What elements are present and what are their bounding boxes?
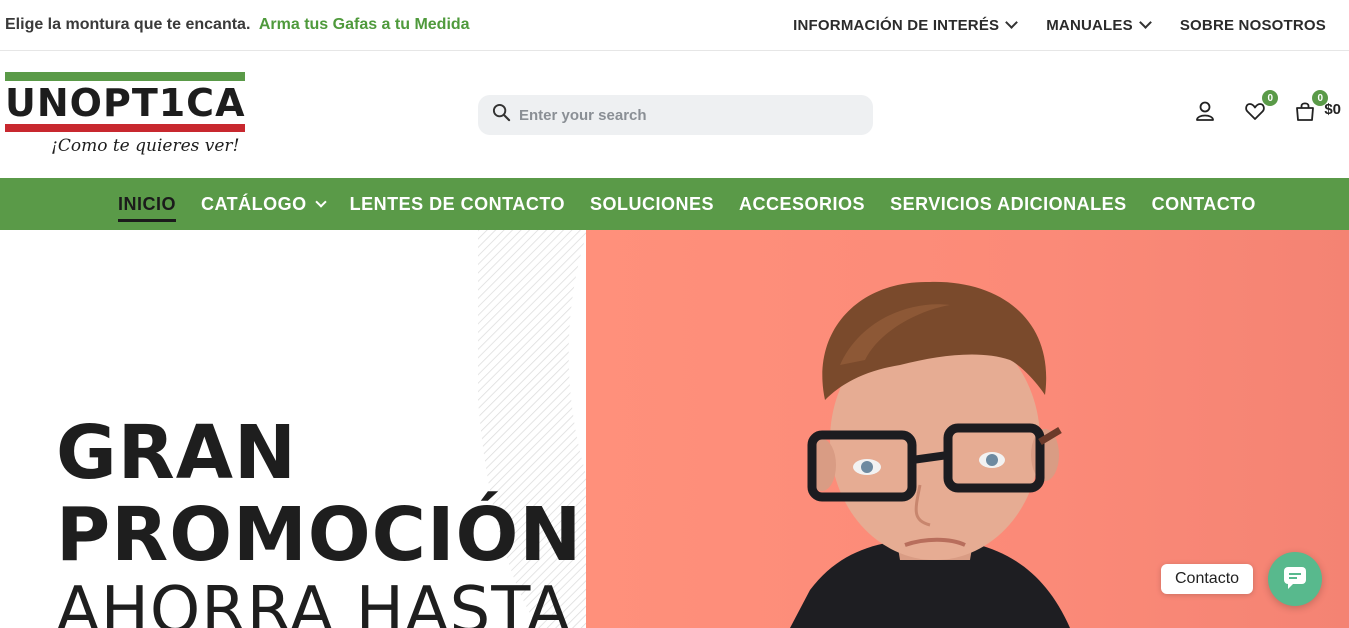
nav-item-label: CONTACTO xyxy=(1151,193,1256,214)
nav-item-soluciones[interactable]: SOLUCIONES xyxy=(590,194,714,215)
hero-line-1: GRAN xyxy=(56,410,297,496)
nav-item-label: LENTES DE CONTACTO xyxy=(349,193,566,214)
cart-total: $0 xyxy=(1324,100,1341,118)
hero-model-image xyxy=(790,281,1070,628)
nav-item-accesorios[interactable]: ACCESORIOS xyxy=(739,194,865,215)
hero-line-2: PROMOCIÓN xyxy=(56,492,583,578)
nav-item-label: SERVICIOS ADICIONALES xyxy=(890,193,1127,214)
nav-item-contacto[interactable]: CONTACTO xyxy=(1152,194,1256,215)
nav-item-inicio[interactable]: INICIO xyxy=(118,193,177,222)
nav-item-lentes-de-contacto[interactable]: LENTES DE CONTACTO xyxy=(350,194,565,215)
site-header: UNOPT1CA ¡Como te quieres ver! 0 0 $0 xyxy=(0,52,1349,178)
wishlist-count-badge: 0 xyxy=(1262,90,1279,106)
logo-wordmark: UNOPT1CA xyxy=(5,81,246,125)
nav-item-servicios-adicionales[interactable]: SERVICIOS ADICIONALES xyxy=(890,194,1127,215)
search-bar xyxy=(478,95,873,135)
nav-item-label: ACCESORIOS xyxy=(739,193,866,214)
top-nav: INFORMACIÓN DE INTERÉS MANUALES SOBRE NO… xyxy=(793,16,1344,34)
contact-chat-button[interactable] xyxy=(1268,552,1322,606)
top-nav-label: INFORMACIÓN DE INTERÉS xyxy=(793,16,1000,34)
hero-line-3: AHORRA HASTA xyxy=(56,574,572,628)
top-nav-manuales[interactable]: MANUALES xyxy=(1046,16,1152,34)
main-nav: INICIO CATÁLOGO LENTES DE CONTACTO SOLUC… xyxy=(0,178,1349,230)
promo-text: Elige la montura que te encanta. xyxy=(5,16,251,33)
chevron-down-icon xyxy=(1138,16,1152,29)
logo-red-bar xyxy=(5,124,245,132)
promo-message: Elige la montura que te encanta. Arma tu… xyxy=(5,16,470,34)
top-nav-informacion[interactable]: INFORMACIÓN DE INTERÉS xyxy=(793,16,1019,34)
search-input[interactable] xyxy=(519,106,859,124)
search-icon[interactable] xyxy=(492,103,511,127)
nav-item-label: CATÁLOGO xyxy=(201,193,307,214)
header-actions: 0 0 $0 xyxy=(1194,90,1341,122)
top-nav-label: MANUALES xyxy=(1046,16,1133,34)
chat-bubble-icon xyxy=(1282,564,1308,595)
chevron-down-icon xyxy=(315,195,327,208)
hero-headline: GRAN PROMOCIÓN AHORRA HASTA xyxy=(56,412,582,628)
hero-banner: GRAN PROMOCIÓN AHORRA HASTA xyxy=(0,230,1349,628)
top-nav-sobre-nosotros[interactable]: SOBRE NOSOTROS xyxy=(1180,17,1326,34)
nav-item-catalogo[interactable]: CATÁLOGO xyxy=(201,193,327,215)
logo-tagline: ¡Como te quieres ver! xyxy=(51,136,240,156)
chevron-down-icon xyxy=(1005,16,1019,29)
wishlist-icon[interactable]: 0 xyxy=(1244,90,1279,122)
contact-chip-label[interactable]: Contacto xyxy=(1161,564,1254,594)
top-nav-label: SOBRE NOSOTROS xyxy=(1179,16,1326,34)
site-logo[interactable]: UNOPT1CA ¡Como te quieres ver! xyxy=(5,72,245,162)
account-icon[interactable] xyxy=(1194,100,1216,122)
nav-item-label: SOLUCIONES xyxy=(590,193,715,214)
nav-item-label: INICIO xyxy=(118,193,177,214)
cart-icon: 0 xyxy=(1294,90,1329,122)
top-bar: Elige la montura que te encanta. Arma tu… xyxy=(0,0,1349,51)
cart-button[interactable]: 0 $0 xyxy=(1294,90,1341,122)
promo-link[interactable]: Arma tus Gafas a tu Medida xyxy=(259,16,470,33)
